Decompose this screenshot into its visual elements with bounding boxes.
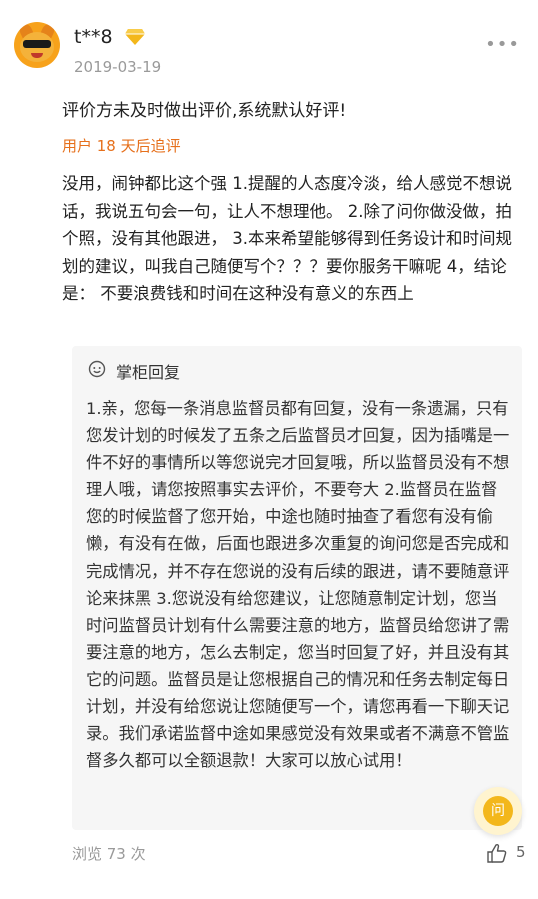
user-avatar[interactable] (14, 22, 60, 68)
seller-reply-icon (88, 360, 106, 378)
thumbs-up-icon[interactable] (486, 842, 508, 864)
vip-diamond-icon (125, 29, 145, 45)
review-date: 2019-03-19 (74, 58, 162, 76)
avatar-sunglasses (23, 40, 51, 48)
more-options-icon[interactable]: ••• (485, 34, 520, 55)
followup-review-text: 没用，闹钟都比这个强 1.提醒的人态度冷淡，给人感觉不想说话，我说五句会一句，让… (62, 174, 512, 303)
default-review-text: 评价方未及时做出评价,系统默认好评! (62, 101, 347, 121)
view-count: 浏览 73 次 (72, 845, 146, 863)
ask-button-label[interactable]: 问 (483, 796, 513, 826)
followup-label: 用户 18 天后追评 (62, 137, 181, 155)
ask-float-button[interactable]: 问 (474, 787, 522, 835)
like-count: 5 (516, 843, 526, 861)
seller-reply-title: 掌柜回复 (116, 363, 181, 382)
seller-reply-text: 1.亲，您每一条消息监督员都有回复，没有一条遗漏，只有您发计划的时候发了五条之后… (86, 399, 510, 771)
username: t**8 (74, 26, 113, 48)
